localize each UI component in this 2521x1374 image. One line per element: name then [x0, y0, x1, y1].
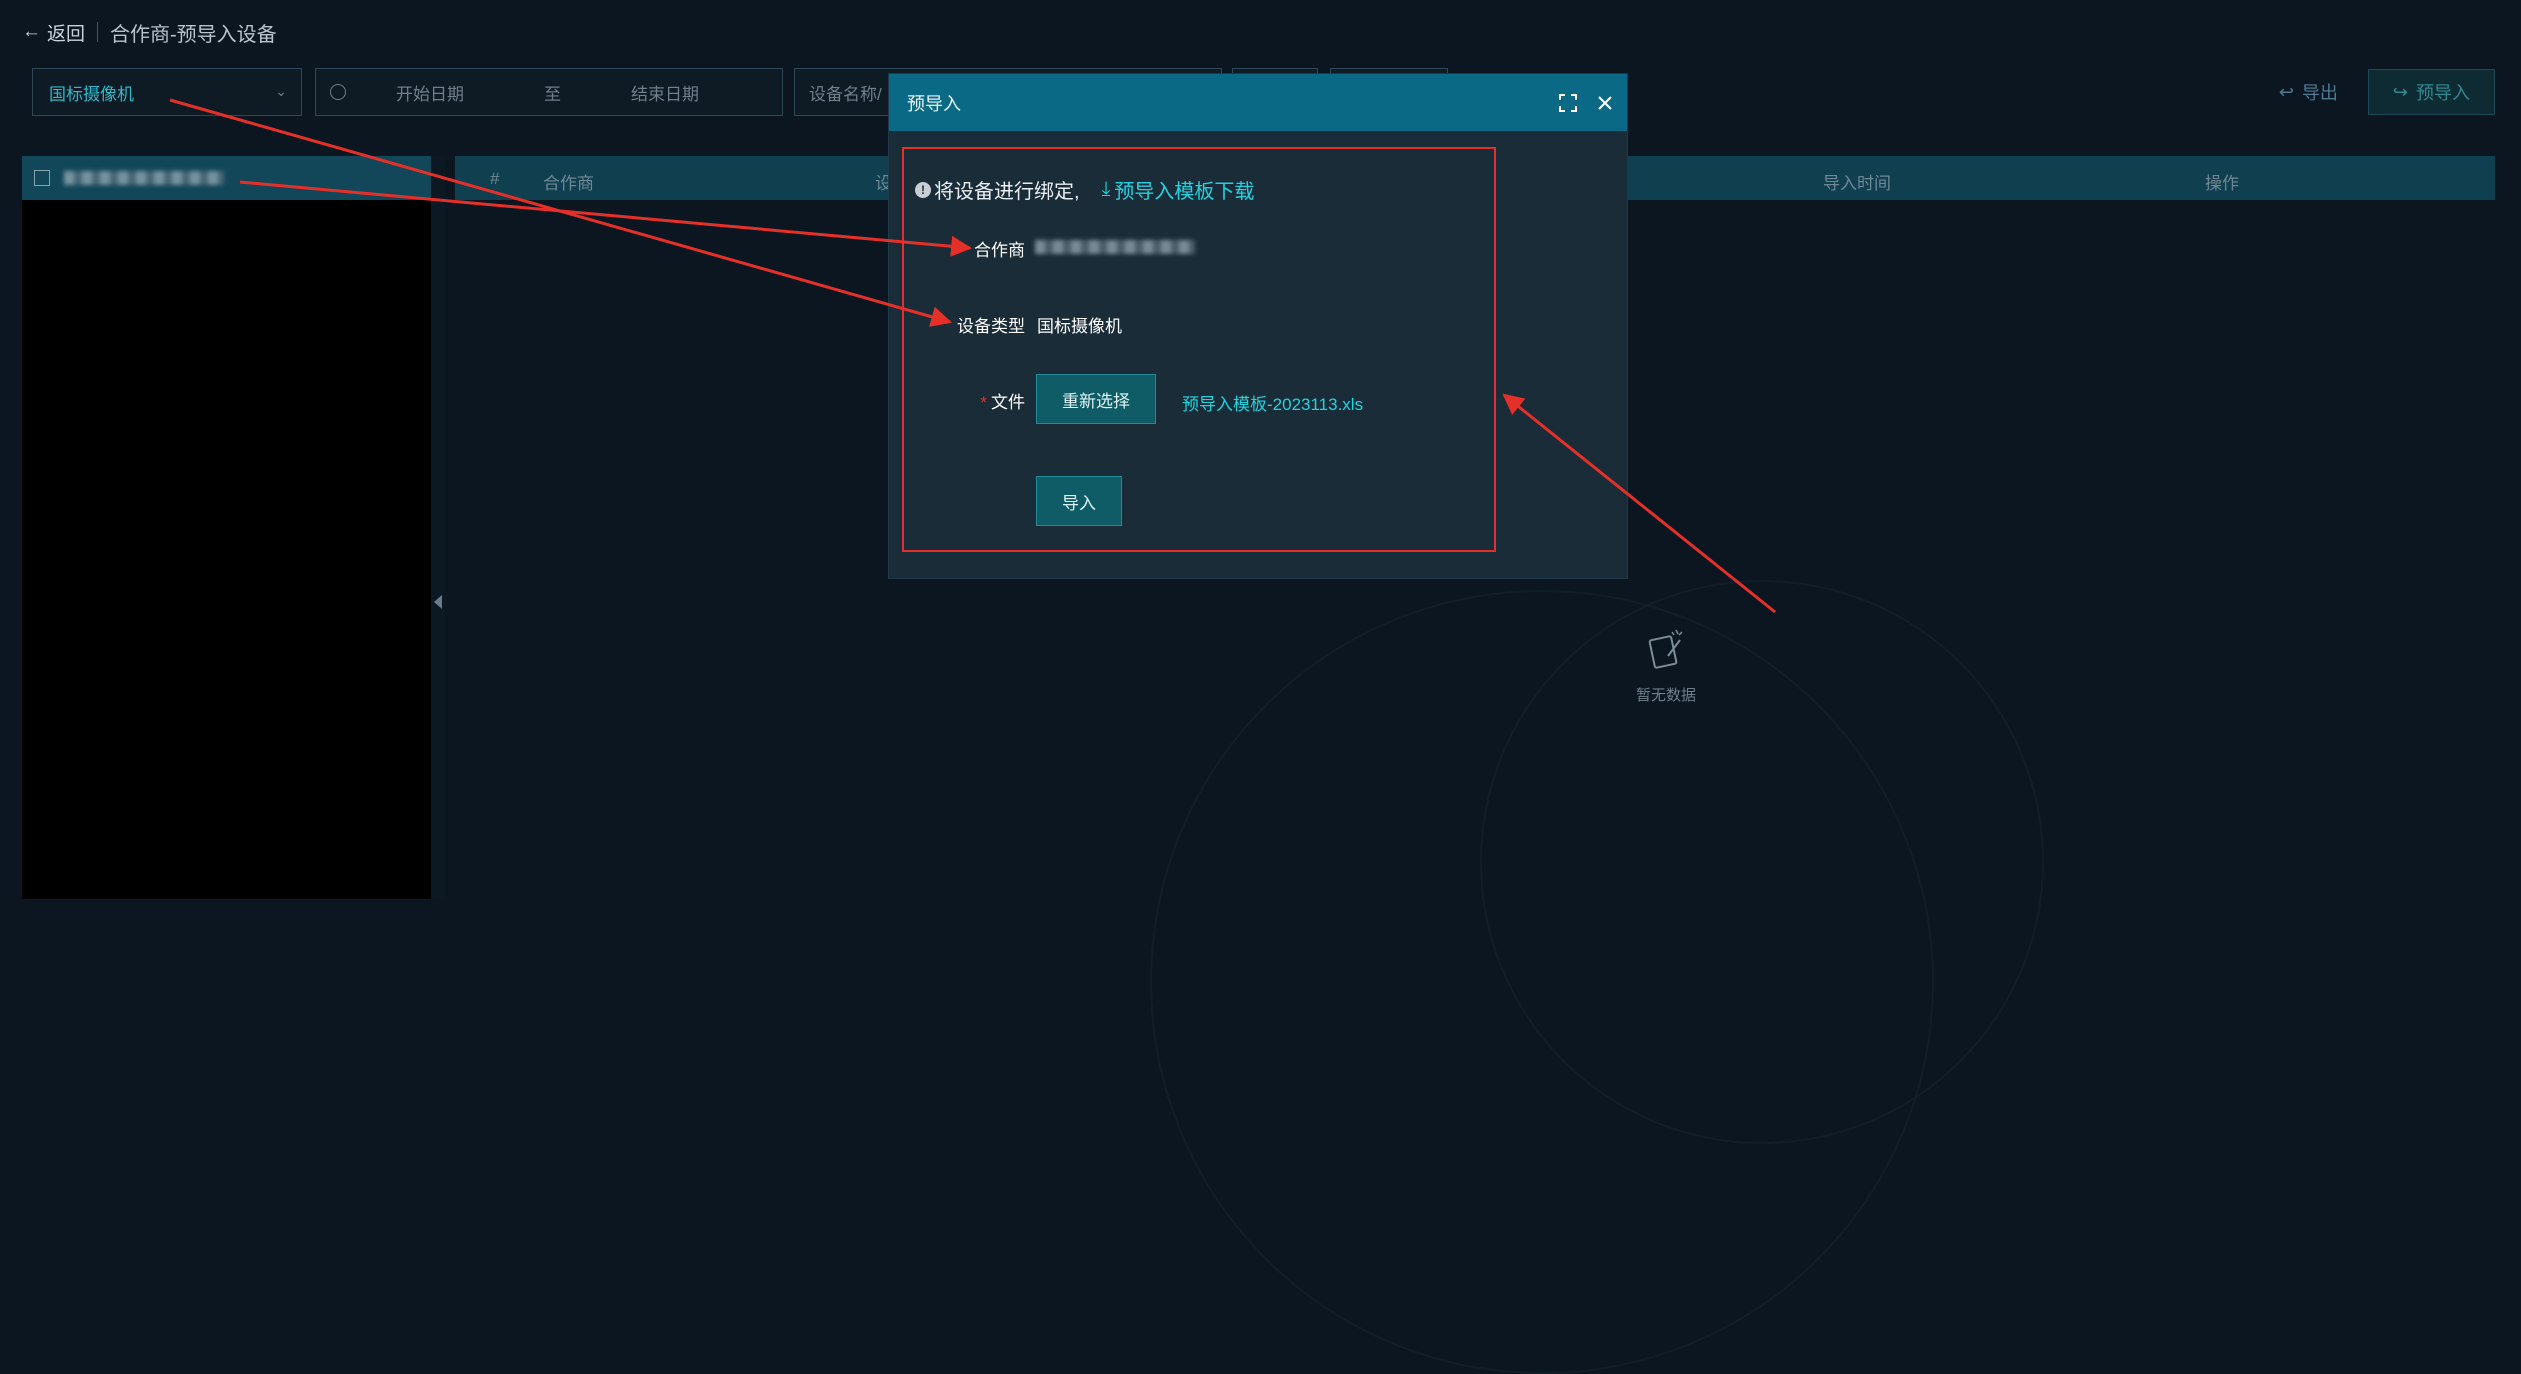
collapse-arrow-icon[interactable]: [434, 595, 442, 609]
export-label: 导出: [2301, 83, 2338, 103]
column-header-actions: 操作: [2205, 174, 2239, 193]
start-date-input[interactable]: 开始日期: [396, 80, 464, 105]
arrow-left-icon: ←: [22, 21, 41, 42]
page-title: 合作商-预导入设备: [110, 23, 277, 46]
empty-state: 暂无数据: [1636, 626, 1696, 705]
device-type-select[interactable]: 国标摄像机 ⌄: [32, 68, 302, 116]
column-header-index: #: [490, 169, 500, 188]
dialog-title: 预导入: [907, 93, 961, 114]
info-icon: !: [915, 181, 931, 198]
highlight-box: [902, 147, 1496, 552]
device-name-placeholder: 设备名称/: [809, 84, 882, 104]
date-range-picker[interactable]: 开始日期 至 结束日期: [315, 68, 783, 116]
partner-tree-panel: [22, 156, 445, 899]
required-marker: *: [980, 393, 987, 412]
bind-notice: ! 将设备进行绑定, ⤓ 预导入模板下载: [915, 175, 1254, 204]
preimport-label: 预导入: [2416, 83, 2470, 103]
tree-node-selected[interactable]: [22, 156, 445, 200]
back-button[interactable]: ← 返回: [22, 19, 85, 46]
selected-file-link[interactable]: 预导入模板-2023113.xls: [1182, 390, 1363, 415]
column-header-partner: 合作商: [543, 174, 594, 193]
reselect-button[interactable]: 重新选择: [1036, 374, 1156, 424]
chevron-down-icon: ⌄: [275, 83, 287, 99]
template-download-link[interactable]: ⤓ 预导入模板下载: [1102, 175, 1255, 204]
file-label: * 文件: [895, 388, 1025, 413]
preimport-button[interactable]: ↪ 预导入: [2367, 69, 2495, 115]
download-icon: ⤓: [1101, 178, 1111, 200]
export-button[interactable]: ↩ 导出: [2269, 68, 2348, 116]
back-label: 返回: [47, 23, 86, 45]
blurred-partner-name: [64, 171, 224, 185]
template-download-label: 预导入模板下载: [1114, 181, 1255, 203]
background-decoration: [1480, 580, 2044, 1144]
no-data-icon: [1646, 626, 1686, 674]
file-label-text: 文件: [991, 393, 1025, 412]
import-button[interactable]: 导入: [1036, 476, 1122, 526]
divider: [97, 22, 99, 42]
top-bar: ← 返回 合作商-预导入设备: [22, 18, 277, 46]
tree-checkbox[interactable]: [34, 170, 50, 186]
device-type-value: 国标摄像机: [1037, 317, 1122, 336]
partner-label: 合作商: [974, 241, 1025, 260]
device-type-label: 设备类型: [957, 317, 1025, 336]
share-icon: ↪: [2392, 81, 2408, 102]
date-separator: 至: [544, 84, 561, 104]
close-icon: [1598, 95, 1612, 110]
clock-icon: [330, 84, 346, 100]
panel-splitter[interactable]: [431, 156, 445, 899]
notice-text: 将设备进行绑定,: [934, 181, 1080, 203]
device-type-value: 国标摄像机: [49, 84, 134, 104]
end-date-input[interactable]: 结束日期: [631, 80, 699, 105]
fullscreen-button[interactable]: [1559, 93, 1577, 112]
toolbar-actions: ↩ 导出 ↪ 预导入: [2269, 68, 2495, 116]
fullscreen-icon: [1559, 93, 1577, 112]
blurred-partner-value: [1035, 240, 1195, 254]
reply-icon: ↩: [2278, 81, 2294, 102]
close-button[interactable]: [1597, 95, 1613, 111]
dialog-header: 预导入: [889, 74, 1627, 131]
column-header-import-time: 导入时间: [1823, 174, 1891, 193]
empty-text: 暂无数据: [1636, 687, 1697, 704]
